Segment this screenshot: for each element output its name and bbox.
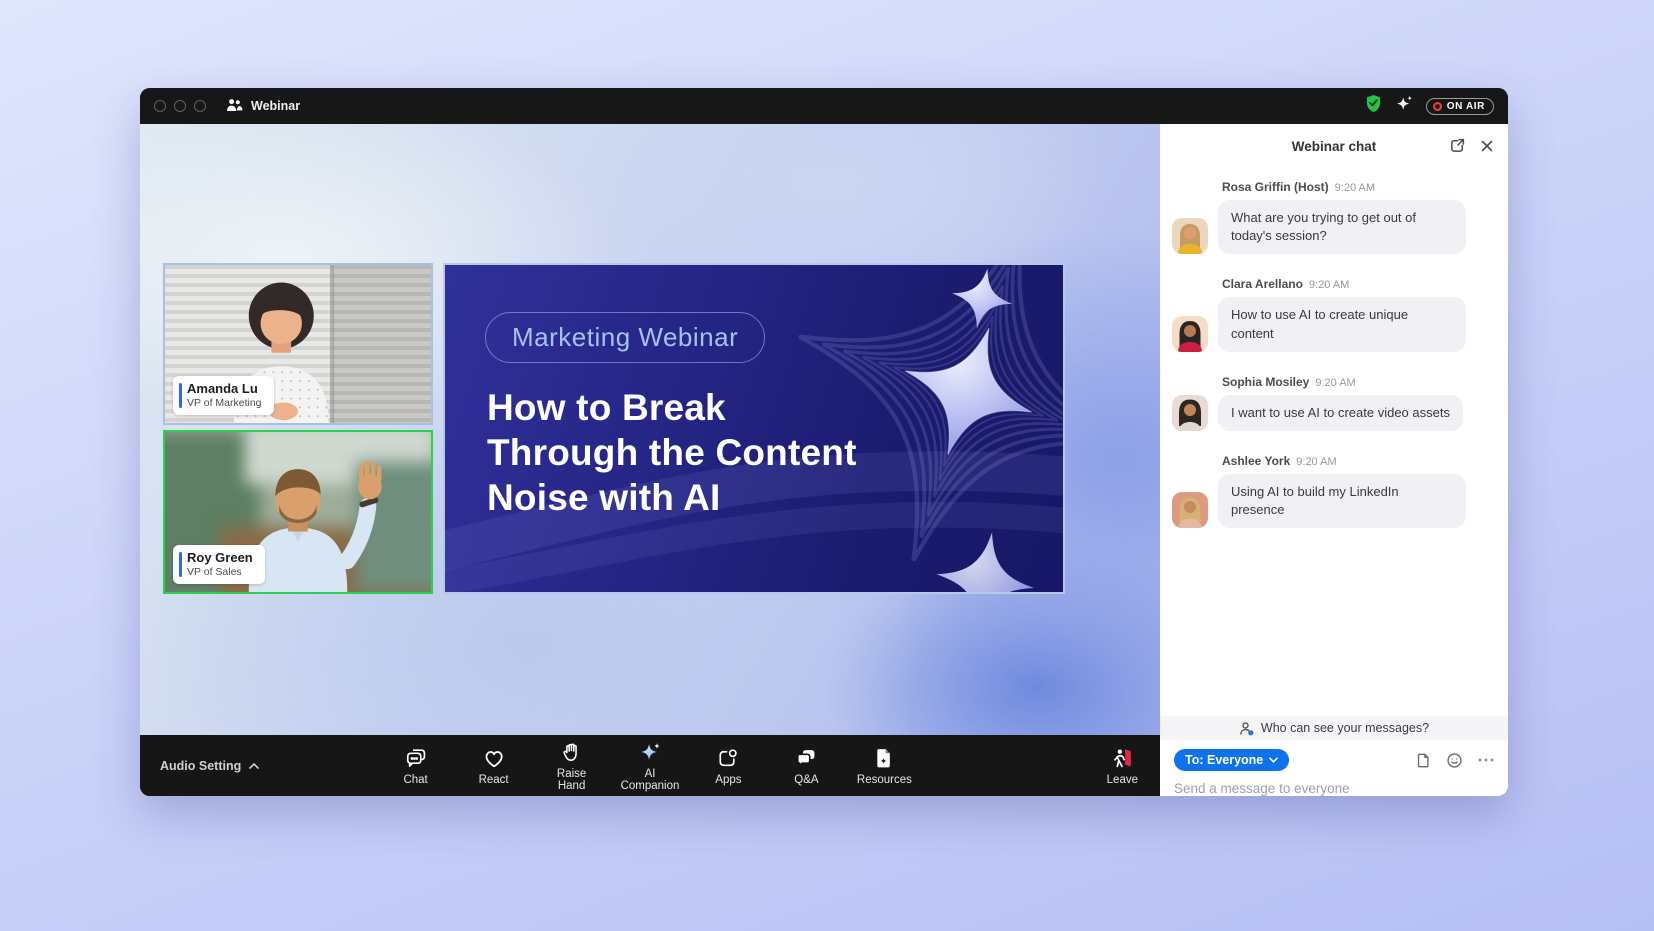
- zoom-window-button[interactable]: [194, 100, 206, 112]
- chat-message-list[interactable]: Rosa Griffin (Host) 9:20 AM What are you …: [1160, 174, 1508, 698]
- chevron-up-icon: [249, 763, 259, 769]
- audio-setting-button[interactable]: Audio Setting: [160, 735, 259, 796]
- sender-name: Ashlee York: [1222, 454, 1290, 468]
- close-window-button[interactable]: [154, 100, 166, 112]
- apps-icon: [716, 746, 741, 771]
- participant-name: Amanda Lu: [187, 381, 262, 397]
- on-air-dot-icon: [1433, 102, 1442, 111]
- file-icon: [1415, 752, 1431, 769]
- heart-icon: [481, 746, 506, 771]
- popout-chat-button[interactable]: [1449, 137, 1466, 154]
- message-bubble: How to use AI to create unique content: [1218, 297, 1466, 351]
- attach-file-button[interactable]: [1415, 752, 1431, 769]
- webinar-window: Webinar ON AIR: [140, 88, 1508, 796]
- avatar: [1172, 218, 1208, 254]
- name-tag: Amanda Lu VP of Marketing: [173, 376, 274, 415]
- chat-message: Rosa Griffin (Host) 9:20 AM What are you …: [1172, 180, 1494, 254]
- ai-sparkle-icon: [638, 740, 663, 765]
- message-bubble: I want to use AI to create video assets: [1218, 395, 1463, 431]
- message-time: 9:20 AM: [1309, 279, 1349, 291]
- slide-badge: Marketing Webinar: [485, 312, 765, 363]
- message-time: 9:20 AM: [1335, 182, 1375, 194]
- qa-button[interactable]: Q&A: [777, 746, 835, 786]
- webinar-chat-panel: Webinar chat: [1160, 124, 1508, 796]
- minimize-window-button[interactable]: [174, 100, 186, 112]
- window-controls: [154, 100, 206, 112]
- sender-name: Sophia Mosiley: [1222, 375, 1309, 389]
- chat-message: Clara Arellano 9:20 AM How to use AI to c…: [1172, 277, 1494, 351]
- sender-name: Rosa Griffin (Host): [1222, 180, 1329, 194]
- apps-button[interactable]: Apps: [699, 746, 757, 786]
- close-icon: [1480, 139, 1494, 153]
- video-tile-roy[interactable]: Roy Green VP of Sales: [163, 430, 433, 594]
- window-title: Webinar: [251, 99, 300, 113]
- chat-message-input[interactable]: [1174, 781, 1494, 796]
- message-time: 9:20 AM: [1315, 377, 1355, 389]
- smiley-icon: [1446, 752, 1463, 769]
- chat-message: Sophia Mosiley 9:20 AM I want to use AI t…: [1172, 375, 1494, 431]
- avatar: [1172, 492, 1208, 528]
- chat-button[interactable]: Chat: [387, 746, 445, 786]
- resources-document-icon: [872, 746, 897, 771]
- webinar-stage: Amanda Lu VP of Marketing: [140, 124, 1160, 735]
- chat-footer: Who can see your messages? To: Everyone: [1160, 716, 1508, 796]
- meeting-toolbar: Audio Setting Chat React: [140, 735, 1160, 796]
- ai-companion-button[interactable]: AI Companion: [621, 740, 680, 792]
- slide-title: How to Break Through the Content Noise w…: [487, 385, 887, 520]
- chevron-down-icon: [1269, 757, 1278, 763]
- raise-hand-button[interactable]: Raise Hand: [543, 740, 601, 792]
- on-air-badge: ON AIR: [1426, 98, 1494, 115]
- emoji-button[interactable]: [1446, 752, 1463, 769]
- message-bubble: What are you trying to get out of today'…: [1218, 200, 1466, 254]
- chat-bubble-icon: [403, 746, 428, 771]
- participant-role: VP of Sales: [187, 566, 253, 579]
- participant-role: VP of Marketing: [187, 397, 262, 410]
- title-bar: Webinar ON AIR: [140, 88, 1508, 124]
- avatar: [1172, 316, 1208, 352]
- security-shield-icon[interactable]: [1365, 94, 1382, 118]
- close-chat-button[interactable]: [1480, 139, 1494, 153]
- leave-button[interactable]: Leave: [1107, 735, 1138, 796]
- react-button[interactable]: React: [465, 746, 523, 786]
- person-visibility-icon: [1239, 721, 1255, 736]
- name-tag: Roy Green VP of Sales: [173, 545, 265, 584]
- qa-bubbles-icon: [794, 746, 819, 771]
- ai-companion-sparkle-icon[interactable]: [1394, 94, 1414, 119]
- sender-name: Clara Arellano: [1222, 277, 1303, 291]
- participant-name: Roy Green: [187, 550, 253, 566]
- to-everyone-selector[interactable]: To: Everyone: [1174, 749, 1289, 771]
- chat-header: Webinar chat: [1160, 124, 1508, 170]
- message-bubble: Using AI to build my LinkedIn presence: [1218, 474, 1466, 528]
- chat-message: Ashlee York 9:20 AM Using AI to build my …: [1172, 454, 1494, 528]
- avatar: [1172, 395, 1208, 431]
- participants-icon: [226, 98, 243, 115]
- leave-door-icon: [1110, 746, 1135, 771]
- popout-icon: [1449, 137, 1466, 154]
- video-tile-amanda[interactable]: Amanda Lu VP of Marketing: [163, 263, 433, 425]
- raised-hand-icon: [559, 740, 584, 765]
- more-options-button[interactable]: [1478, 758, 1494, 762]
- who-can-see-banner[interactable]: Who can see your messages?: [1160, 716, 1508, 740]
- resources-button[interactable]: Resources: [855, 746, 913, 786]
- message-time: 9:20 AM: [1296, 456, 1336, 468]
- ellipsis-icon: [1478, 758, 1494, 762]
- presentation-slide[interactable]: Marketing Webinar How to Break Through t…: [443, 263, 1065, 594]
